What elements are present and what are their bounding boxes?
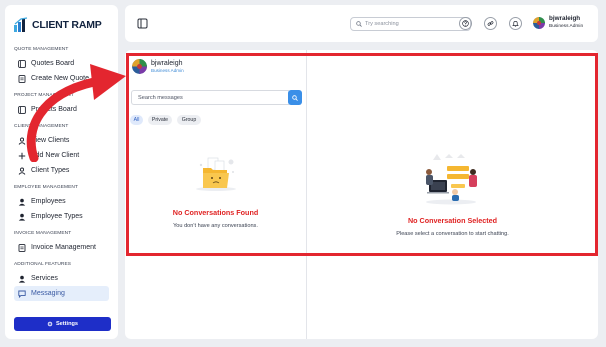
logo-mark-icon: [14, 17, 28, 32]
filter-chip-all[interactable]: All: [130, 115, 143, 125]
conversation-user-name: bjwraleigh: [151, 60, 183, 67]
brand-logo[interactable]: CLIENT RAMP: [13, 15, 102, 35]
section-title-client: CLIENT MANAGEMENT: [14, 124, 69, 129]
message-search-button[interactable]: [288, 90, 302, 105]
search-icon: [292, 94, 298, 101]
user-icon: [17, 136, 26, 145]
bell-icon: [512, 21, 519, 27]
user-icon: [17, 197, 26, 206]
sidebar-item-label: Services: [31, 275, 58, 282]
empty-chat-title: No Conversation Selected: [407, 216, 498, 225]
settings-button-label: Settings: [55, 321, 79, 327]
sidebar-item-label: Employee Types: [31, 213, 83, 220]
empty-list-title: No Conversations Found: [172, 208, 259, 217]
section-title-additional: ADDITIONAL FEATURES: [14, 262, 72, 267]
user-menu[interactable]: bjwraleigh Business Admin: [533, 15, 583, 30]
sidebar-item-label: Add New Client: [31, 152, 80, 159]
link-button[interactable]: [484, 17, 497, 30]
empty-folder-illustration: [196, 157, 236, 191]
sidebar-item-quotes-board[interactable]: Quotes Board: [14, 56, 109, 71]
sidebar-nav: QUOTE MANAGEMENT Quotes Board Create New…: [5, 43, 118, 301]
notifications-button[interactable]: [509, 17, 522, 30]
sidebar-item-label: Create New Quote: [31, 75, 89, 82]
section-title-project: PROJECT MANAGEMENT: [14, 93, 74, 98]
sidebar-toggle-icon[interactable]: [137, 18, 148, 29]
board-icon: [17, 105, 26, 114]
sidebar-item-employees[interactable]: Employees: [14, 194, 109, 209]
user-icon: [17, 166, 26, 175]
section-title-quote: QUOTE MANAGEMENT: [14, 47, 69, 52]
sidebar-item-services[interactable]: Services: [14, 271, 109, 286]
topbar: Try searching bjwraleigh Business Admin: [125, 5, 598, 42]
message-search-placeholder: Search messages: [138, 94, 183, 101]
settings-button[interactable]: Settings: [14, 317, 111, 331]
section-title-invoice: INVOICE MANAGEMENT: [14, 231, 72, 236]
conversation-user-role: Business Admin: [151, 68, 184, 73]
question-icon: [462, 20, 469, 27]
sidebar-item-messaging[interactable]: Messaging: [14, 286, 109, 301]
global-search-input[interactable]: Try searching: [350, 17, 471, 31]
sidebar-item-label: Quotes Board: [31, 60, 75, 67]
board-icon: [17, 59, 26, 68]
sidebar-item-invoice-management[interactable]: Invoice Management: [14, 240, 109, 255]
sidebar-item-view-clients[interactable]: View Clients: [14, 133, 109, 148]
sidebar-item-label: Messaging: [31, 290, 65, 297]
brand-name: CLIENT RAMP: [32, 19, 102, 31]
plus-icon: [17, 151, 26, 160]
no-conversation-illustration: [426, 154, 477, 205]
search-icon: [356, 21, 362, 27]
avatar: [533, 16, 545, 29]
panel-divider: [306, 50, 307, 339]
section-title-employee: EMPLOYEE MANAGEMENT: [14, 185, 79, 190]
empty-list-subtitle: You don't have any conversations.: [173, 223, 258, 229]
sidebar-item-add-new-client[interactable]: Add New Client: [14, 148, 109, 163]
conversation-list-header: bjwraleigh Business Admin: [132, 59, 184, 74]
sidebar-item-label: Client Types: [31, 167, 70, 174]
sidebar-item-create-new-quote[interactable]: Create New Quote: [14, 71, 109, 86]
global-search-placeholder: Try searching: [365, 21, 399, 27]
filter-chip-private[interactable]: Private: [148, 115, 172, 125]
sidebar-item-employee-types[interactable]: Employee Types: [14, 209, 109, 224]
user-icon: [17, 274, 26, 283]
gear-icon: [47, 321, 53, 327]
sidebar-item-label: Projects Board: [31, 106, 77, 113]
empty-chat-subtitle: Please select a conversation to start ch…: [396, 231, 509, 237]
sidebar-item-projects-board[interactable]: Projects Board: [14, 102, 109, 117]
sidebar-item-label: Employees: [31, 198, 66, 205]
filter-chip-group[interactable]: Group: [177, 115, 201, 125]
document-icon: [17, 243, 26, 252]
sidebar: CLIENT RAMP QUOTE MANAGEMENT Quotes Boar…: [5, 5, 118, 339]
message-search-input[interactable]: Search messages: [131, 90, 289, 105]
user-role: Business Admin: [549, 24, 584, 29]
user-icon: [17, 212, 26, 221]
document-icon: [17, 74, 26, 83]
link-icon: [487, 21, 494, 26]
messaging-panel: bjwraleigh Business Admin Search message…: [125, 50, 598, 339]
sidebar-item-client-types[interactable]: Client Types: [14, 163, 109, 178]
avatar: [132, 59, 147, 74]
sidebar-item-label: View Clients: [31, 137, 70, 144]
chat-icon: [17, 289, 26, 298]
help-button[interactable]: [459, 17, 472, 30]
user-name: bjwraleigh: [549, 15, 581, 22]
sidebar-item-label: Invoice Management: [31, 244, 96, 251]
